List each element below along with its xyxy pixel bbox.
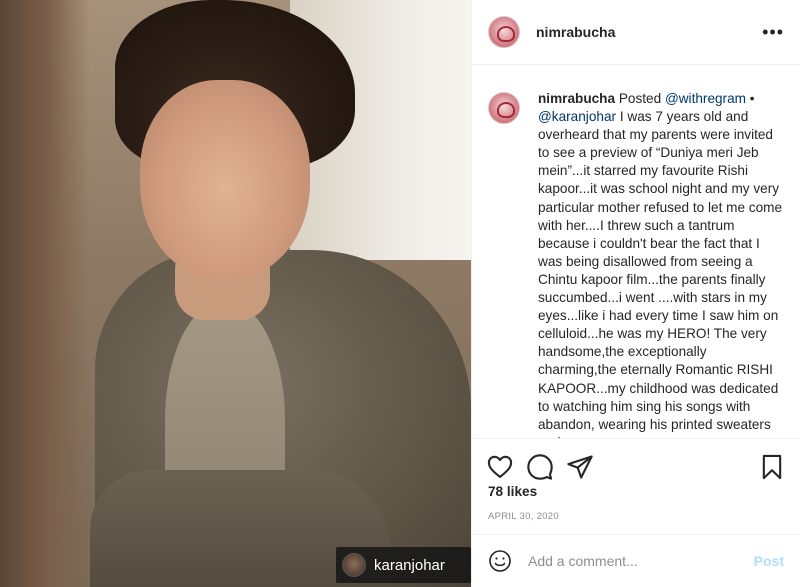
avatar[interactable] — [488, 16, 520, 48]
post-side-panel: nimrabucha ••• nimrabucha Posted @withre… — [471, 0, 800, 587]
comment-icon[interactable] — [526, 453, 554, 481]
comments-section[interactable]: nimrabucha Posted @withregram • @karanjo… — [472, 66, 800, 438]
photo-face — [140, 80, 310, 280]
likes-count[interactable]: 78 likes — [488, 484, 537, 499]
photo-credit-tag[interactable]: karanjohar — [336, 547, 471, 583]
post-photo[interactable]: karanjohar — [0, 0, 471, 587]
emoji-icon[interactable] — [488, 549, 512, 573]
comment-input[interactable] — [528, 553, 754, 569]
more-options-icon[interactable]: ••• — [762, 23, 784, 41]
caption-text: nimrabucha Posted @withregram • @karanjo… — [538, 90, 784, 438]
post-comment-button[interactable]: Post — [754, 553, 784, 569]
caption-posted-text: Posted — [615, 91, 665, 106]
header-username[interactable]: nimrabucha — [536, 24, 762, 40]
caption-bullet: • — [745, 91, 755, 106]
caption-row: nimrabucha Posted @withregram • @karanjo… — [488, 90, 784, 438]
heart-icon[interactable] — [486, 453, 514, 481]
caption-avatar[interactable] — [488, 92, 520, 124]
mention-withregram[interactable]: @withregram — [665, 91, 746, 106]
post-date[interactable]: APRIL 30, 2020 — [488, 511, 559, 522]
add-comment-bar: Post — [472, 534, 800, 587]
photo-door-frame — [0, 0, 90, 587]
paper-plane-icon[interactable] — [566, 453, 594, 481]
post-header: nimrabucha ••• — [472, 0, 800, 65]
mention-karanjohar[interactable]: @karanjohar — [538, 109, 616, 124]
caption-body: I was 7 years old and overheard that my … — [538, 109, 783, 438]
caption-username[interactable]: nimrabucha — [538, 91, 615, 106]
credit-username: karanjohar — [374, 556, 445, 574]
credit-avatar — [342, 553, 366, 577]
bookmark-icon[interactable] — [758, 453, 786, 481]
